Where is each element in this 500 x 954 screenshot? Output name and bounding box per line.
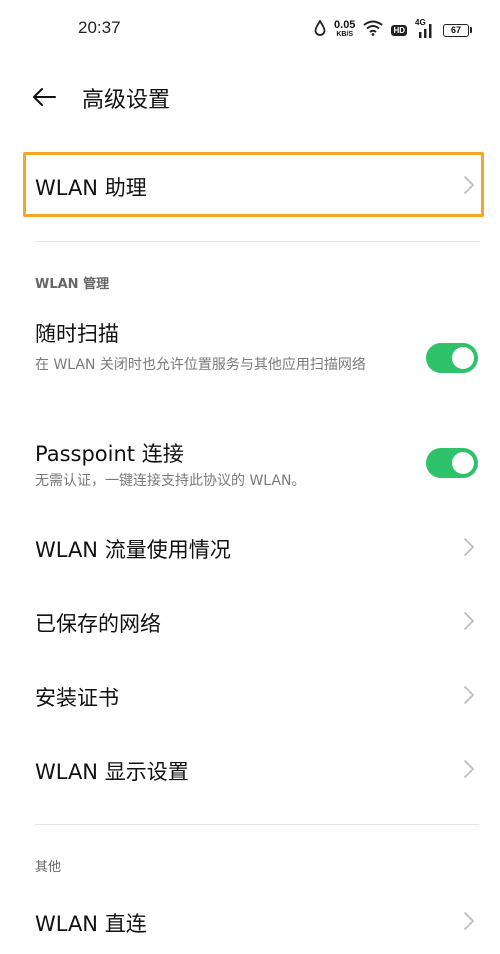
saved-networks-row[interactable]: 已保存的网络 xyxy=(0,590,500,652)
wifi-icon xyxy=(363,20,384,40)
section-header-other: 其他 xyxy=(35,860,62,875)
always-scan-label: 随时扫描 xyxy=(35,322,119,346)
passpoint-label: Passpoint 连接 xyxy=(35,442,184,466)
network-type-label: 4G xyxy=(415,18,426,27)
always-scan-row[interactable]: 随时扫描 在 WLAN 关闭时也允许位置服务与其他应用扫描网络 xyxy=(0,312,500,404)
cellular-signal-icon: 4G xyxy=(415,18,435,38)
chevron-right-icon xyxy=(464,176,474,194)
divider xyxy=(35,241,479,242)
passpoint-toggle[interactable] xyxy=(426,448,478,478)
chevron-right-icon xyxy=(464,912,474,930)
app-header: 高级设置 xyxy=(0,70,500,124)
status-time: 20:37 xyxy=(78,18,121,37)
toggle-knob xyxy=(452,452,474,474)
status-bar: 20:37 0.05 KB/S HD 4G 67 xyxy=(0,0,500,60)
chevron-right-icon xyxy=(464,612,474,630)
always-scan-toggle[interactable] xyxy=(426,343,478,373)
back-button[interactable] xyxy=(28,82,60,112)
net-speed-unit: KB/S xyxy=(336,31,354,38)
chevron-right-icon xyxy=(464,686,474,704)
wlan-data-usage-row[interactable]: WLAN 流量使用情况 xyxy=(0,516,500,578)
battery-level: 67 xyxy=(443,23,469,37)
net-speed: 0.05 KB/S xyxy=(334,19,356,39)
toggle-knob xyxy=(452,347,474,369)
chevron-right-icon xyxy=(464,538,474,556)
wlan-display-settings-label: WLAN 显示设置 xyxy=(35,760,189,784)
passpoint-row[interactable]: Passpoint 连接 无需认证，一键连接支持此协议的 WLAN。 xyxy=(0,432,500,498)
section-header-wlan-management: WLAN 管理 xyxy=(35,277,110,292)
wlan-assistant-label: WLAN 助理 xyxy=(35,176,147,200)
hd-badge: HD xyxy=(391,24,407,36)
chevron-right-icon xyxy=(464,760,474,778)
net-speed-value: 0.05 xyxy=(334,19,356,31)
wlan-display-settings-row[interactable]: WLAN 显示设置 xyxy=(0,738,500,800)
wlan-data-usage-label: WLAN 流量使用情况 xyxy=(35,538,231,562)
wlan-direct-label: WLAN 直连 xyxy=(35,912,147,936)
status-icons: 0.05 KB/S HD 4G 67 xyxy=(314,18,472,42)
saved-networks-label: 已保存的网络 xyxy=(35,612,161,636)
install-certificates-label: 安装证书 xyxy=(35,686,119,710)
divider xyxy=(35,824,479,825)
passpoint-description: 无需认证，一键连接支持此协议的 WLAN。 xyxy=(35,473,306,489)
page-title: 高级设置 xyxy=(82,88,171,113)
data-saver-icon xyxy=(314,19,326,40)
arrow-left-icon xyxy=(33,88,56,106)
always-scan-description: 在 WLAN 关闭时也允许位置服务与其他应用扫描网络 xyxy=(35,357,366,373)
wlan-assistant-row[interactable]: WLAN 助理 xyxy=(0,152,500,217)
battery-icon: 67 xyxy=(443,23,472,37)
wlan-direct-row[interactable]: WLAN 直连 xyxy=(0,890,500,952)
install-certificates-row[interactable]: 安装证书 xyxy=(0,664,500,726)
